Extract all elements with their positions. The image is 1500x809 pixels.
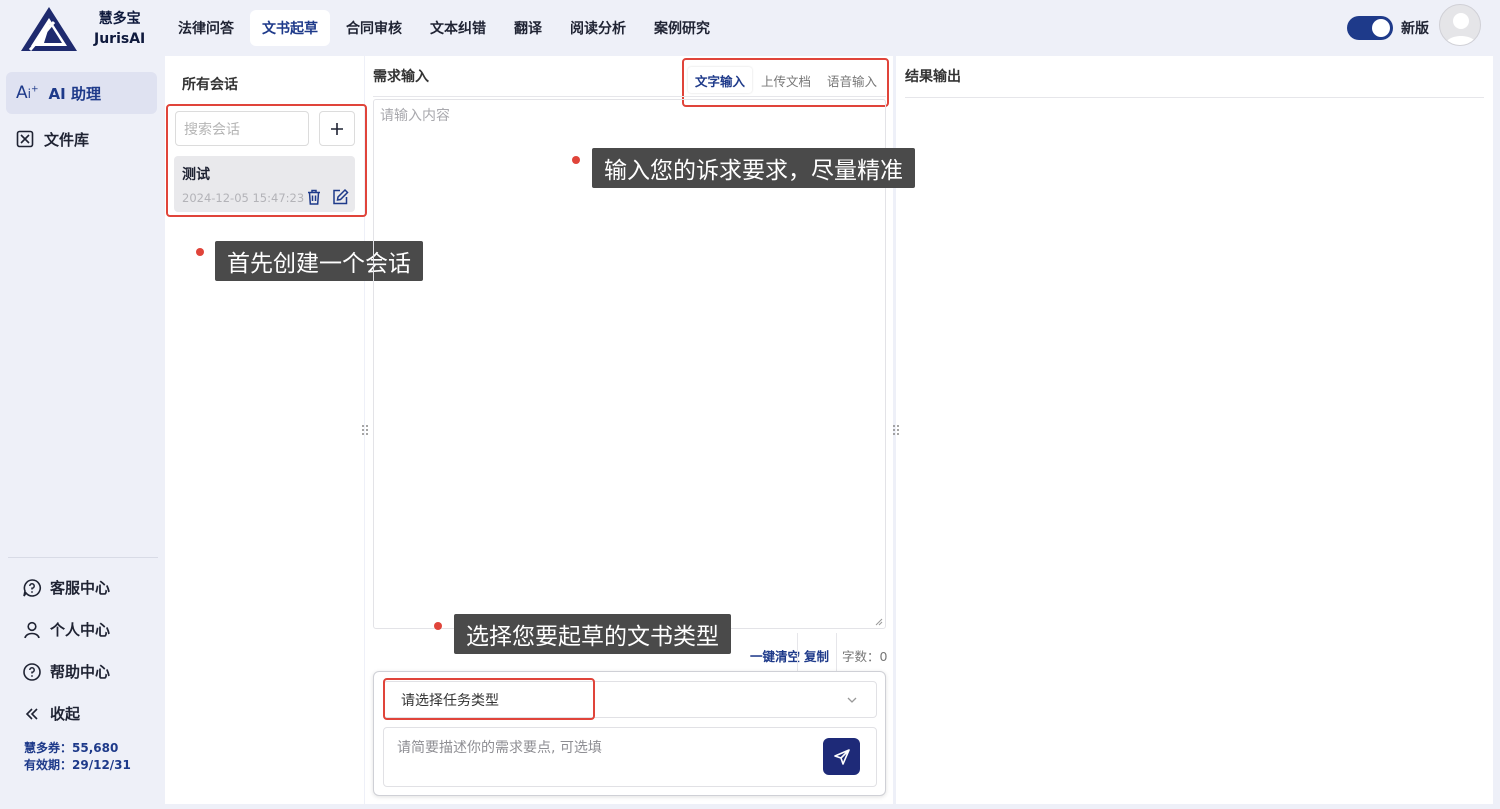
tooltip-select-type: 选择您要起草的文书类型 — [454, 614, 731, 654]
action-separator — [836, 633, 837, 673]
request-placeholder: 请输入内容 — [380, 108, 450, 124]
task-type-select[interactable]: 请选择任务类型 — [383, 681, 877, 718]
resize-handle-icon[interactable] — [892, 423, 900, 437]
word-count: 字数：0 — [842, 646, 887, 665]
tooltip-input-request: 输入您的诉求要求，尽量精准 — [592, 148, 915, 188]
brand-name-en: JurisAI — [94, 31, 146, 47]
avatar[interactable] — [1439, 4, 1481, 46]
nav-case-research[interactable]: 案例研究 — [642, 10, 722, 46]
file-box-icon — [16, 130, 34, 148]
top-bar: 慧多宝 JurisAI 法律问答 文书起草 合同审核 文本纠错 翻译 阅读分析 … — [0, 0, 1500, 56]
sidebar-item-file-library[interactable]: 文件库 — [6, 118, 157, 160]
validity-label: 有效期： — [24, 758, 73, 772]
main-nav: 法律问答 文书起草 合同审核 文本纠错 翻译 阅读分析 案例研究 — [166, 10, 722, 46]
conversations-title: 所有会话 — [182, 77, 238, 93]
validity-info: 有效期：29/12/31 — [24, 756, 131, 773]
word-count-label: 字数： — [842, 649, 880, 664]
tooltip-dot-input — [572, 156, 580, 164]
conversation-time: 2024-12-05 15:47:23 — [182, 191, 305, 205]
edit-icon[interactable] — [331, 188, 349, 206]
sidebar-item-label: AI 助理 — [48, 84, 101, 103]
personal-center-link[interactable]: 个人中心 — [22, 619, 110, 640]
new-conversation-button[interactable] — [319, 111, 355, 146]
search-placeholder: 搜索会话 — [184, 121, 240, 138]
tab-upload-document[interactable]: 上传文档 — [754, 67, 818, 93]
send-icon — [833, 748, 850, 765]
collapse-label: 收起 — [50, 705, 81, 723]
customer-service-label: 客服中心 — [50, 579, 111, 597]
conversation-name: 测试 — [182, 167, 210, 183]
sidebar-item-ai-assistant[interactable]: Ai+ AI 助理 — [6, 72, 157, 114]
resize-grip-icon[interactable] — [875, 618, 883, 626]
result-panel — [896, 56, 1493, 804]
result-header-divider — [905, 97, 1484, 98]
credits-label: 慧多券： — [24, 741, 73, 755]
conversation-search-input[interactable]: 搜索会话 — [175, 111, 309, 146]
conversation-list-item[interactable]: 测试 2024-12-05 15:47:23 — [174, 156, 355, 212]
nav-reading-analysis[interactable]: 阅读分析 — [558, 10, 638, 46]
tooltip-dot-create — [196, 248, 204, 256]
brand-name-cn: 慧多宝 — [98, 11, 141, 27]
brand-name: 慧多宝 JurisAI — [94, 9, 145, 49]
ai-sparkle-icon: Ai+ — [16, 83, 39, 103]
personal-center-label: 个人中心 — [50, 621, 111, 639]
sidebar-divider — [8, 557, 158, 558]
customer-service-link[interactable]: 客服中心 — [22, 577, 110, 598]
nav-text-correction[interactable]: 文本纠错 — [418, 10, 498, 46]
toggle-knob — [1372, 19, 1390, 37]
tab-text-input[interactable]: 文字输入 — [688, 67, 753, 93]
credits-value: 55,680 — [72, 741, 119, 755]
nav-contract-review[interactable]: 合同审核 — [334, 10, 414, 46]
help-center-link[interactable]: 帮助中心 — [22, 661, 110, 682]
resize-handle-icon[interactable] — [361, 423, 369, 437]
credits-info: 慧多券：55,680 — [24, 739, 118, 756]
description-placeholder: 请简要描述你的需求要点, 可选填 — [397, 740, 602, 756]
send-button[interactable] — [823, 738, 860, 775]
tooltip-dot-select — [434, 622, 442, 630]
trash-icon[interactable] — [305, 188, 323, 206]
help-center-label: 帮助中心 — [50, 663, 111, 681]
chat-question-icon — [23, 578, 41, 597]
help-circle-icon — [23, 662, 41, 681]
requirement-description-input[interactable]: 请简要描述你的需求要点, 可选填 — [383, 727, 877, 787]
nav-translation[interactable]: 翻译 — [502, 10, 554, 46]
double-chevron-left-icon — [25, 707, 38, 720]
tab-voice-input[interactable]: 语音输入 — [820, 67, 884, 93]
copy-button[interactable]: 复制 — [804, 646, 829, 665]
nav-legal-qa[interactable]: 法律问答 — [166, 10, 246, 46]
task-type-placeholder: 请选择任务类型 — [401, 692, 499, 709]
word-count-value: 0 — [879, 649, 888, 664]
input-mode-tabs: 文字输入 上传文档 语音输入 — [688, 67, 886, 93]
plus-icon — [331, 122, 343, 135]
clear-all-button[interactable]: 一键清空 — [750, 646, 800, 665]
user-avatar-icon — [1445, 13, 1477, 45]
result-title: 结果输出 — [905, 69, 961, 85]
sidebar-item-label: 文件库 — [44, 130, 90, 149]
validity-value: 29/12/31 — [72, 758, 131, 772]
request-header-divider — [373, 96, 886, 97]
action-separator — [797, 633, 798, 673]
chevron-down-icon — [847, 697, 857, 703]
request-title: 需求输入 — [373, 69, 429, 85]
collapse-sidebar-button[interactable]: 收起 — [22, 703, 80, 724]
version-label: 新版 — [1401, 21, 1429, 37]
new-version-toggle[interactable] — [1347, 16, 1393, 40]
nav-document-drafting[interactable]: 文书起草 — [250, 10, 330, 46]
logo-icon — [21, 7, 77, 51]
user-icon — [24, 621, 40, 638]
